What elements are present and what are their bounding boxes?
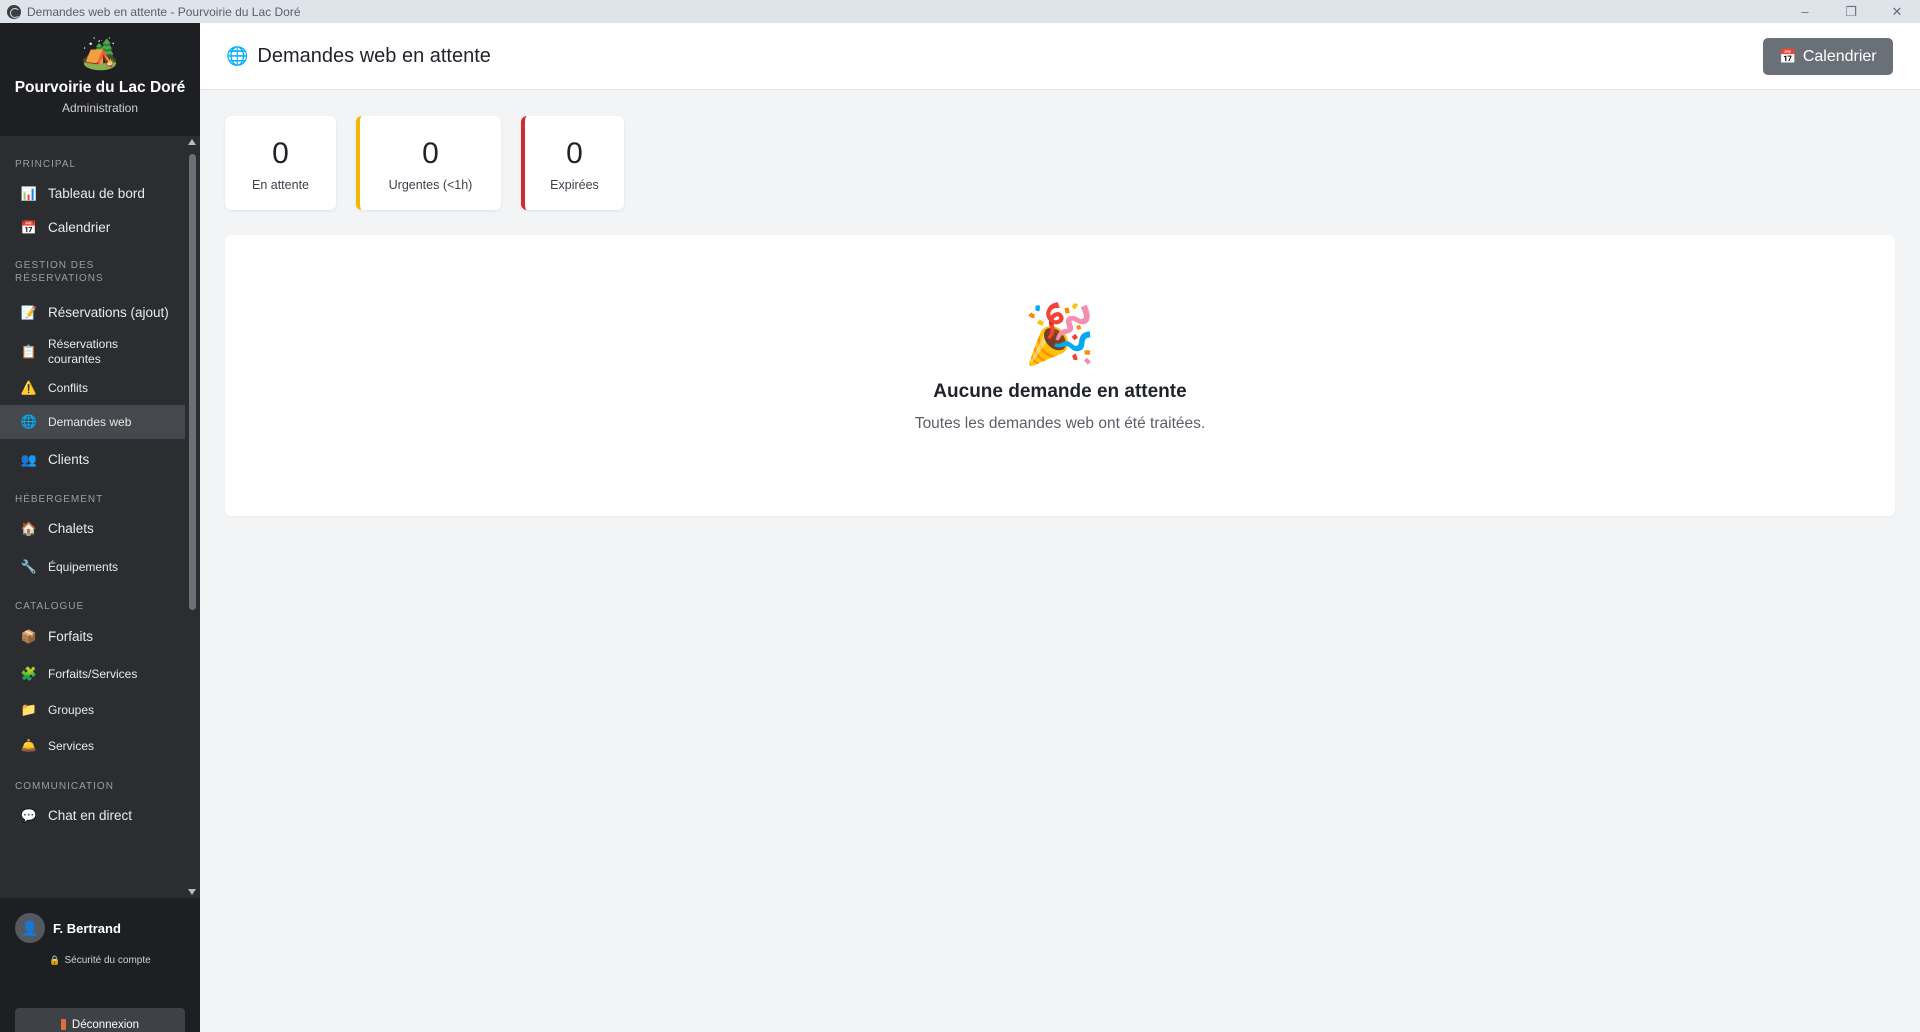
empty-state-message: Toutes les demandes web ont été traitées… (914, 415, 1206, 432)
sidebar-item-label: Groupes (48, 702, 95, 717)
calendar-icon: 📅 (1779, 48, 1797, 64)
brand-subtitle: Administration (61, 101, 139, 115)
restore-button[interactable]: ❐ (1828, 0, 1874, 23)
page-header: 🌐 Demandes web en attente 📅 Calendrier (200, 23, 1920, 90)
section-label-principal: PRINCIPAL (15, 159, 77, 170)
sidebar-item-label: Chalets (48, 521, 94, 536)
brand-name: Pourvoirie du Lac Doré (14, 79, 186, 96)
scroll-up-arrow-icon[interactable] (188, 139, 196, 145)
sidebar-item-label: Services (48, 738, 95, 753)
camp-logo-icon: 🏕️ (81, 38, 119, 71)
page-title-text: Demandes web en attente (257, 45, 491, 67)
section-label-gestion: GESTION DES RÉSERVATIONS (15, 260, 104, 284)
window-controls: – ❐ ✕ (1782, 0, 1920, 23)
stat-card-pending: 0 En attente (225, 116, 336, 210)
stat-value: 0 (566, 137, 583, 170)
stat-label: En attente (252, 178, 309, 192)
calendar-button-label: Calendrier (1802, 47, 1877, 65)
section-label-catalogue: CATALOGUE (15, 601, 85, 612)
sidebar-item-label: Conflits (48, 380, 89, 395)
warning-icon: ⚠️ (20, 380, 38, 395)
stat-label: Urgentes (<1h) (388, 178, 473, 192)
chart-icon: 📊 (20, 186, 38, 201)
scrollbar-thumb[interactable] (189, 154, 196, 610)
avatar-icon: 👤 (15, 913, 45, 943)
section-label-communication: COMMUNICATION (15, 781, 114, 792)
window-titlebar: Demandes web en attente - Pourvoirie du … (0, 0, 1920, 23)
sidebar-item-label: Chat en direct (48, 808, 133, 823)
sidebar-item-label: Réservations courantes (48, 337, 119, 366)
sidebar-item-demandes-web[interactable]: 🌐 Demandes web (0, 405, 185, 439)
sidebar-item-forfaits[interactable]: 📦 Forfaits (0, 618, 185, 656)
calendar-icon: 📅 (20, 220, 38, 235)
sidebar-item-forfaits-services[interactable]: 🧩 Forfaits/Services (0, 656, 185, 692)
sidebar: 🏕️ Pourvoirie du Lac Doré Administration… (0, 23, 200, 1032)
user-name: F. Bertrand (53, 920, 121, 936)
lock-icon: 🔒 (49, 955, 61, 965)
sidebar-scrollbar[interactable] (185, 136, 200, 898)
stat-card-urgent: 0 Urgentes (<1h) (356, 116, 501, 210)
door-icon (60, 1019, 66, 1030)
sidebar-item-label: Clients (48, 452, 90, 467)
clipboard-icon: 📋 (20, 344, 38, 359)
sidebar-item-calendrier[interactable]: 📅 Calendrier (0, 211, 185, 245)
brand: 🏕️ Pourvoirie du Lac Doré Administration (0, 23, 200, 136)
sidebar-item-reservations-courantes[interactable]: 📋 Réservations courantes (0, 333, 185, 371)
sidebar-item-clients[interactable]: 👥 Clients (0, 439, 185, 481)
globe-icon: 🌐 (226, 46, 249, 66)
sidebar-item-label: Équipements (48, 559, 119, 574)
sidebar-item-conflits[interactable]: ⚠️ Conflits (0, 371, 185, 405)
window-title: Demandes web en attente - Pourvoirie du … (27, 4, 301, 19)
sidebar-item-label: Forfaits/Services (48, 666, 138, 681)
puzzle-icon: 🧩 (20, 666, 38, 681)
chat-bubble-icon: 💬 (20, 808, 38, 823)
stat-label: Expirées (550, 178, 599, 192)
user-row: 👤 F. Bertrand (0, 898, 200, 943)
scroll-down-arrow-icon[interactable] (188, 889, 196, 895)
globe-icon: 🌐 (20, 414, 38, 429)
app-icon (7, 4, 21, 19)
stat-card-expired: 0 Expirées (521, 116, 624, 210)
stat-value: 0 (422, 137, 439, 170)
sidebar-item-equipements[interactable]: 🔧 Équipements (0, 548, 185, 586)
calendar-button[interactable]: 📅 Calendrier (1763, 38, 1893, 75)
empty-state-panel: 🎉 Aucune demande en attente Toutes les d… (225, 235, 1895, 516)
package-icon: 📦 (20, 629, 38, 644)
house-icon: 🏠 (20, 521, 38, 536)
bell-icon: 🛎️ (20, 738, 38, 753)
sidebar-item-chalets[interactable]: 🏠 Chalets (0, 510, 185, 548)
logout-label: Déconnexion (71, 1018, 140, 1031)
section-label-hebergement: HÉBERGEMENT (15, 494, 104, 505)
account-security-link[interactable]: 🔒 Sécurité du compte (0, 955, 200, 966)
sidebar-item-reservations-ajout[interactable]: 📝 Réservations (ajout) (0, 293, 185, 333)
account-security-label: Sécurité du compte (64, 955, 151, 966)
minimize-button[interactable]: – (1782, 0, 1828, 23)
users-icon: 👥 (20, 452, 38, 467)
page-title: 🌐 Demandes web en attente (226, 45, 491, 68)
sidebar-item-label: Calendrier (48, 220, 111, 235)
document-icon: 📝 (20, 305, 38, 320)
sidebar-item-chat-en-direct[interactable]: 💬 Chat en direct (0, 797, 185, 835)
wrench-icon: 🔧 (20, 559, 38, 574)
sidebar-nav: PRINCIPAL 📊 Tableau de bord 📅 Calendrier… (0, 136, 185, 896)
sidebar-item-label: Forfaits (48, 629, 94, 644)
close-button[interactable]: ✕ (1874, 0, 1920, 23)
party-popper-icon: 🎉 (1023, 302, 1097, 367)
empty-state-title: Aucune demande en attente (933, 381, 1187, 402)
sidebar-item-label: Réservations (ajout) (48, 305, 169, 320)
stat-value: 0 (272, 137, 289, 170)
sidebar-item-tableau-de-bord[interactable]: 📊 Tableau de bord (0, 177, 185, 211)
logout-button[interactable]: Déconnexion (15, 1008, 185, 1032)
sidebar-item-groupes[interactable]: 📁 Groupes (0, 692, 185, 728)
folder-icon: 📁 (20, 702, 38, 717)
sidebar-item-label: Tableau de bord (48, 186, 145, 201)
sidebar-item-label: Demandes web (48, 414, 132, 429)
user-panel: 👤 F. Bertrand 🔒 Sécurité du compte Décon… (0, 898, 200, 1032)
sidebar-item-services[interactable]: 🛎️ Services (0, 728, 185, 764)
